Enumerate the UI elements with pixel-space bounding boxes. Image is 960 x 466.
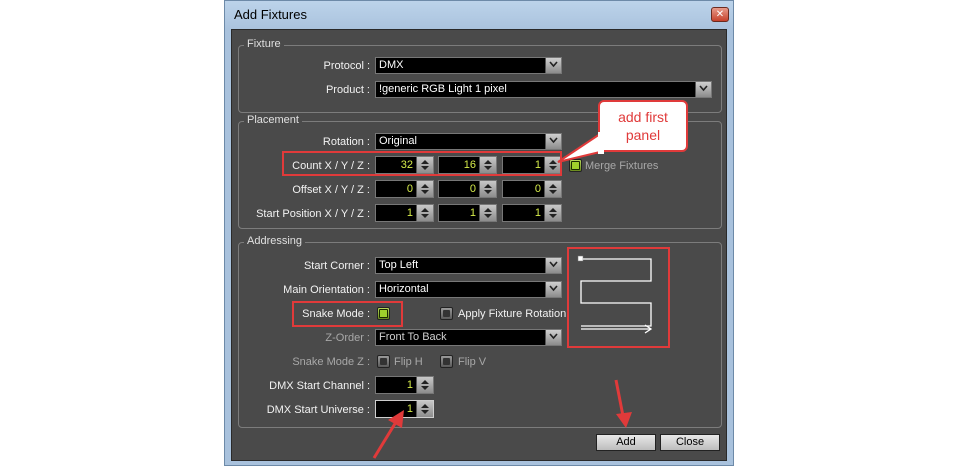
spinner-arrows-icon[interactable]: [416, 181, 433, 197]
start-y-value: 1: [469, 207, 476, 219]
window-title: Add Fixtures: [234, 7, 307, 22]
rotation-select[interactable]: Original: [375, 133, 562, 150]
spinner-arrows-icon[interactable]: [416, 377, 433, 393]
offset-x-input[interactable]: 0: [375, 180, 434, 198]
checkbox-mark-icon: [443, 310, 450, 317]
dmx-start-channel-input[interactable]: 1: [375, 376, 434, 394]
protocol-label: Protocol :: [323, 60, 370, 72]
rotation-value: Original: [379, 135, 417, 147]
chevron-down-icon[interactable]: [545, 282, 561, 297]
dmx-start-channel-label: DMX Start Channel :: [269, 380, 370, 392]
rotation-label: Rotation :: [322, 136, 370, 148]
start-position-label: Start Position X / Y / Z :: [256, 208, 370, 220]
start-z-value: 1: [534, 207, 541, 219]
offset-y-input[interactable]: 0: [438, 180, 497, 198]
offset-y-value: 0: [469, 183, 476, 195]
dialog-body: Fixture Protocol : DMX Product : !generi…: [231, 29, 727, 461]
arrow-to-add-button-icon: [614, 379, 632, 428]
z-order-value: Front To Back: [379, 331, 447, 343]
start-x-value: 1: [406, 207, 413, 219]
placement-group-title: Placement: [244, 114, 302, 126]
snake-mode-z-label: Snake Mode Z :: [292, 356, 370, 368]
checkbox-mark-icon: [443, 358, 450, 365]
dmx-start-channel-value: 1: [406, 379, 413, 391]
z-order-select[interactable]: Front To Back: [375, 329, 562, 346]
product-value: !generic RGB Light 1 pixel: [379, 83, 507, 95]
start-x-input[interactable]: 1: [375, 204, 434, 222]
snake-path-icon: [580, 258, 652, 327]
checkbox-mark-icon: [380, 358, 387, 365]
chevron-down-icon[interactable]: [545, 330, 561, 345]
snake-mode-highlight: [292, 301, 403, 327]
main-orientation-label: Main Orientation :: [283, 284, 370, 296]
spinner-arrows-icon[interactable]: [416, 205, 433, 221]
flip-v-label: Flip V: [458, 356, 487, 368]
offset-z-value: 0: [534, 183, 541, 195]
dmx-start-universe-label: DMX Start Universe :: [266, 404, 370, 416]
snake-pattern-preview: [577, 255, 653, 334]
chevron-down-icon[interactable]: [695, 82, 711, 97]
fixture-group-title: Fixture: [244, 38, 284, 50]
add-button[interactable]: Add: [596, 434, 656, 451]
spinner-arrows-icon[interactable]: [544, 205, 561, 221]
chevron-down-icon[interactable]: [545, 258, 561, 273]
start-corner-label: Start Corner :: [303, 260, 370, 272]
title-bar[interactable]: Add Fixtures ✕: [225, 1, 733, 29]
main-orientation-select[interactable]: Horizontal: [375, 281, 562, 298]
product-select[interactable]: !generic RGB Light 1 pixel: [375, 81, 712, 98]
close-button[interactable]: Close: [660, 434, 720, 451]
flip-h-label: Flip H: [394, 356, 423, 368]
addressing-group-title: Addressing: [244, 235, 306, 247]
add-fixtures-dialog: Add Fixtures ✕ Fixture Protocol : DMX Pr…: [224, 0, 734, 466]
main-orientation-value: Horizontal: [379, 283, 429, 295]
offset-x-value: 0: [406, 183, 413, 195]
flip-h-checkbox[interactable]: [377, 355, 390, 368]
apply-fixture-rotation-label: Apply Fixture Rotation: [458, 308, 567, 320]
arrow-to-dmx-universe-icon: [372, 410, 404, 459]
start-z-input[interactable]: 1: [502, 204, 562, 222]
flip-v-checkbox[interactable]: [440, 355, 453, 368]
start-corner-value: Top Left: [379, 259, 419, 271]
count-highlight: [282, 151, 562, 176]
start-corner-marker-icon: [577, 255, 584, 262]
offset-z-input[interactable]: 0: [502, 180, 562, 198]
offset-label: Offset X / Y / Z :: [292, 184, 370, 196]
product-label: Product :: [325, 84, 370, 96]
spinner-arrows-icon[interactable]: [479, 181, 496, 197]
close-window-button[interactable]: ✕: [711, 7, 729, 22]
protocol-value: DMX: [379, 59, 404, 71]
spinner-arrows-icon[interactable]: [544, 181, 561, 197]
apply-fixture-rotation-checkbox[interactable]: [440, 307, 453, 320]
z-order-label: Z-Order :: [325, 332, 370, 344]
start-corner-select[interactable]: Top Left: [375, 257, 562, 274]
start-y-input[interactable]: 1: [438, 204, 497, 222]
spinner-arrows-icon[interactable]: [479, 205, 496, 221]
protocol-select[interactable]: DMX: [375, 57, 562, 74]
chevron-down-icon[interactable]: [545, 58, 561, 73]
callout-tail-icon: [557, 132, 604, 163]
